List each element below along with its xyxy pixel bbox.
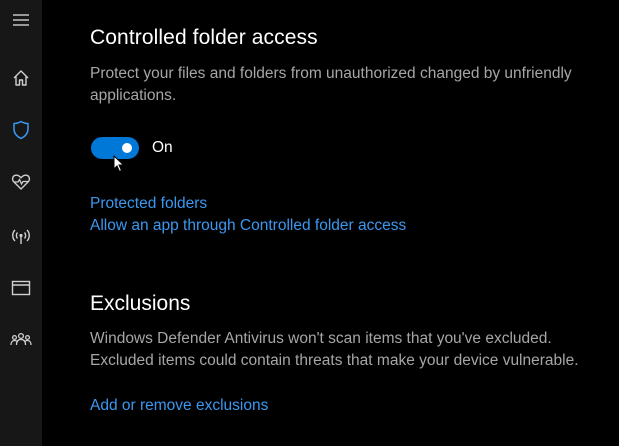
add-remove-exclusions-link[interactable]: Add or remove exclusions <box>90 397 268 415</box>
section-title-controlled-folder-access: Controlled folder access <box>90 26 318 49</box>
section-description: Protect your files and folders from unau… <box>90 65 572 104</box>
exclusions-description: Windows Defender Antivirus won't scan it… <box>90 330 579 369</box>
toggle-state-label: On <box>152 139 173 156</box>
main-content: Controlled folder access Protect your fi… <box>0 0 619 446</box>
mouse-pointer-icon <box>113 154 125 178</box>
section-title-exclusions: Exclusions <box>90 292 191 315</box>
protected-folders-link[interactable]: Protected folders <box>90 195 207 213</box>
allow-app-link[interactable]: Allow an app through Controlled folder a… <box>90 217 406 235</box>
toggle-knob <box>122 143 132 153</box>
